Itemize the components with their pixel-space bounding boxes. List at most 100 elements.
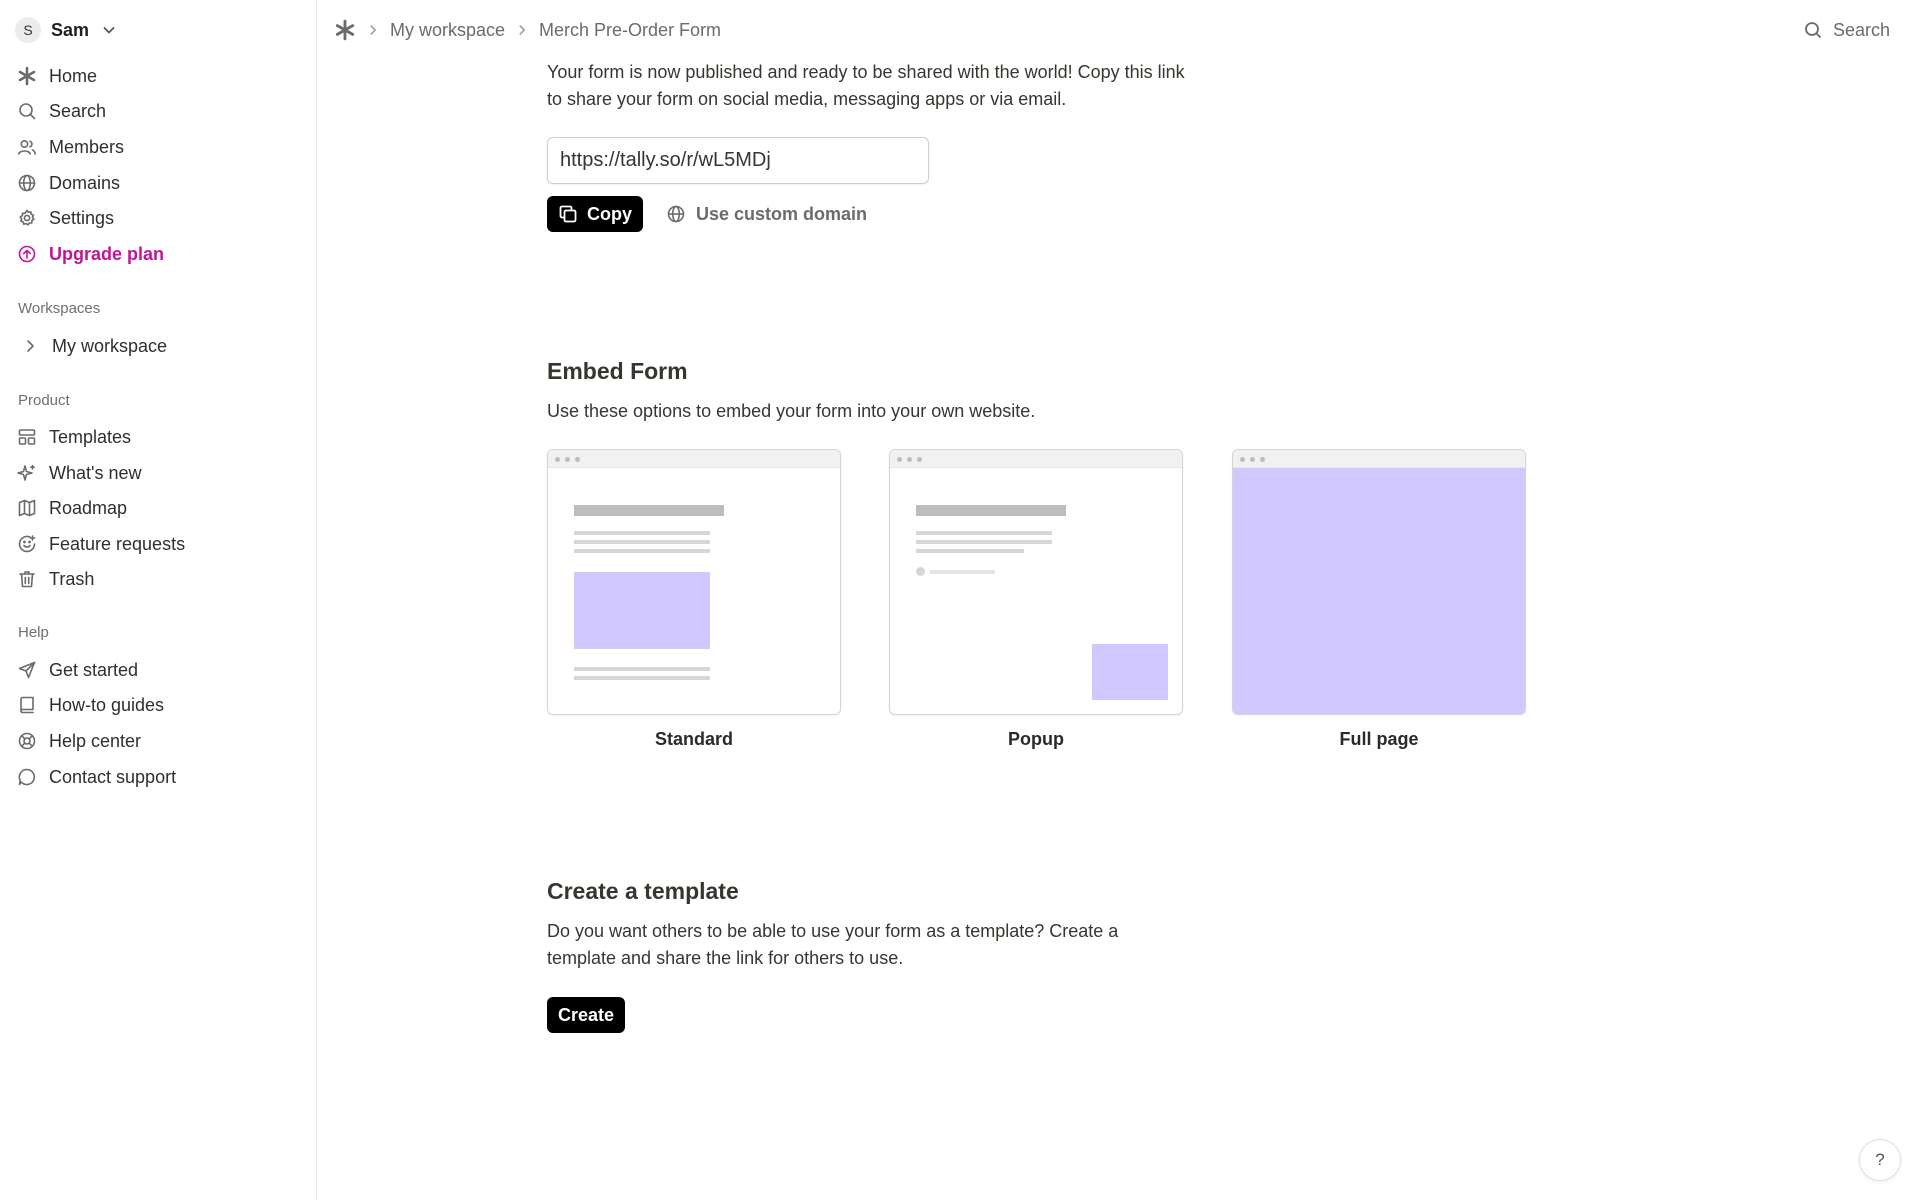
chevron-right-icon bbox=[370, 25, 376, 35]
sidebar-item-label: Templates bbox=[49, 426, 132, 447]
sidebar-item-label: Trash bbox=[49, 568, 95, 589]
window-bar bbox=[548, 450, 840, 468]
popup-preview-block bbox=[1092, 644, 1168, 700]
sparkle-icon bbox=[17, 463, 37, 483]
sidebar-item-feature-requests[interactable]: Feature requests bbox=[17, 529, 185, 559]
sidebar: S Sam Home Search Members Domains Settin… bbox=[0, 0, 317, 1200]
sidebar-item-search[interactable]: Search bbox=[17, 96, 106, 126]
topbar: My workspace Merch Pre-Order Form Search bbox=[318, 0, 1920, 60]
window-dot bbox=[565, 457, 570, 462]
feature-request-icon bbox=[17, 534, 37, 554]
placeholder-line bbox=[916, 531, 1052, 535]
sidebar-item-label: Upgrade plan bbox=[49, 243, 165, 264]
placeholder-radio bbox=[916, 567, 925, 576]
paper-plane-icon bbox=[17, 660, 37, 680]
sidebar-item-help-center[interactable]: Help center bbox=[17, 726, 141, 756]
placeholder-line bbox=[574, 540, 710, 544]
members-icon bbox=[17, 137, 37, 157]
placeholder-line bbox=[574, 667, 710, 671]
sidebar-item-label: Home bbox=[49, 65, 98, 86]
book-icon bbox=[17, 695, 37, 715]
lifebuoy-icon bbox=[17, 731, 37, 751]
copy-icon bbox=[559, 205, 577, 223]
sidebar-item-how-to-guides[interactable]: How-to guides bbox=[17, 690, 164, 720]
chevron-right-icon bbox=[519, 25, 526, 35]
sidebar-item-roadmap[interactable]: Roadmap bbox=[17, 493, 127, 523]
user-menu[interactable]: S Sam bbox=[15, 17, 117, 43]
embed-option-standard[interactable] bbox=[547, 449, 841, 715]
full-page-preview-block bbox=[1233, 468, 1525, 714]
sidebar-item-members[interactable]: Members bbox=[17, 132, 124, 162]
copy-label: Copy bbox=[587, 203, 632, 224]
search-button[interactable]: Search bbox=[1803, 17, 1890, 43]
embed-description: Use these options to embed your form int… bbox=[547, 401, 1036, 421]
breadcrumb-workspace[interactable]: My workspace bbox=[390, 20, 505, 41]
sidebar-item-label: Get started bbox=[49, 659, 139, 680]
sidebar-item-label: Contact support bbox=[49, 766, 177, 787]
sidebar-item-trash[interactable]: Trash bbox=[17, 564, 94, 594]
sidebar-item-label: Domains bbox=[49, 172, 121, 193]
section-label-help: Help bbox=[18, 624, 49, 641]
sidebar-item-get-started[interactable]: Get started bbox=[17, 655, 138, 685]
embed-option-popup[interactable] bbox=[889, 449, 1183, 715]
sidebar-item-label: How-to guides bbox=[49, 694, 165, 715]
embed-option-full-page[interactable] bbox=[1232, 449, 1526, 715]
sidebar-item-my-workspace[interactable]: My workspace bbox=[20, 331, 167, 361]
map-icon bbox=[17, 498, 37, 518]
globe-icon bbox=[667, 205, 685, 223]
window-dot bbox=[917, 457, 922, 462]
placeholder-title bbox=[574, 505, 724, 516]
sidebar-item-label: Feature requests bbox=[49, 533, 186, 554]
sidebar-item-label: My workspace bbox=[52, 335, 168, 356]
tally-logo-icon[interactable] bbox=[334, 19, 356, 41]
user-name: Sam bbox=[51, 19, 90, 40]
sidebar-item-label: Help center bbox=[49, 730, 142, 751]
sidebar-item-label: Settings bbox=[49, 207, 115, 228]
help-button[interactable]: ? bbox=[1859, 1139, 1901, 1181]
placeholder-line bbox=[916, 549, 1024, 553]
gear-icon bbox=[17, 208, 37, 228]
share-url-input[interactable]: https://tally.so/r/wL5MDj bbox=[547, 137, 929, 184]
sidebar-item-label: What's new bbox=[49, 462, 142, 483]
placeholder-line bbox=[574, 676, 710, 680]
chevron-right-icon bbox=[20, 336, 40, 356]
search-icon bbox=[1805, 22, 1822, 39]
sidebar-item-whats-new[interactable]: What's new bbox=[17, 458, 141, 488]
window-dot bbox=[1240, 457, 1245, 462]
placeholder-line bbox=[916, 540, 1052, 544]
copy-button[interactable]: Copy bbox=[547, 196, 643, 232]
chevron-down-icon bbox=[103, 27, 115, 34]
breadcrumb-form[interactable]: Merch Pre-Order Form bbox=[539, 20, 721, 41]
sidebar-item-label: Roadmap bbox=[49, 497, 128, 518]
create-template-button[interactable]: Create bbox=[547, 997, 625, 1033]
template-description: Do you want others to be able to use you… bbox=[547, 921, 1119, 968]
embed-title: Embed Form bbox=[547, 358, 688, 384]
section-label-workspaces: Workspaces bbox=[18, 300, 101, 317]
section-label-product: Product bbox=[18, 392, 70, 409]
templates-icon bbox=[17, 427, 37, 447]
window-bar bbox=[890, 450, 1182, 468]
sidebar-item-domains[interactable]: Domains bbox=[17, 168, 120, 198]
window-dot bbox=[1260, 457, 1265, 462]
window-dot bbox=[897, 457, 902, 462]
window-dot bbox=[907, 457, 912, 462]
placeholder-line bbox=[930, 570, 995, 574]
sidebar-item-label: Members bbox=[49, 136, 125, 157]
embed-preview-block bbox=[574, 572, 710, 649]
sidebar-item-home[interactable]: Home bbox=[17, 61, 97, 91]
sidebar-item-templates[interactable]: Templates bbox=[17, 422, 131, 452]
sidebar-item-contact-support[interactable]: Contact support bbox=[17, 762, 176, 792]
placeholder-line bbox=[574, 531, 710, 535]
window-dot bbox=[555, 457, 560, 462]
sidebar-item-upgrade-plan[interactable]: Upgrade plan bbox=[17, 239, 164, 269]
sidebar-item-label: Search bbox=[49, 100, 107, 121]
search-label: Search bbox=[1832, 19, 1890, 40]
custom-domain-button[interactable]: Use custom domain bbox=[666, 196, 867, 232]
sidebar-item-settings[interactable]: Settings bbox=[17, 203, 114, 233]
avatar: S bbox=[15, 17, 41, 43]
embed-label-standard: Standard bbox=[654, 729, 733, 749]
custom-domain-label: Use custom domain bbox=[696, 203, 868, 224]
placeholder-line bbox=[574, 549, 710, 553]
globe-icon bbox=[17, 173, 37, 193]
chat-icon bbox=[17, 767, 37, 787]
